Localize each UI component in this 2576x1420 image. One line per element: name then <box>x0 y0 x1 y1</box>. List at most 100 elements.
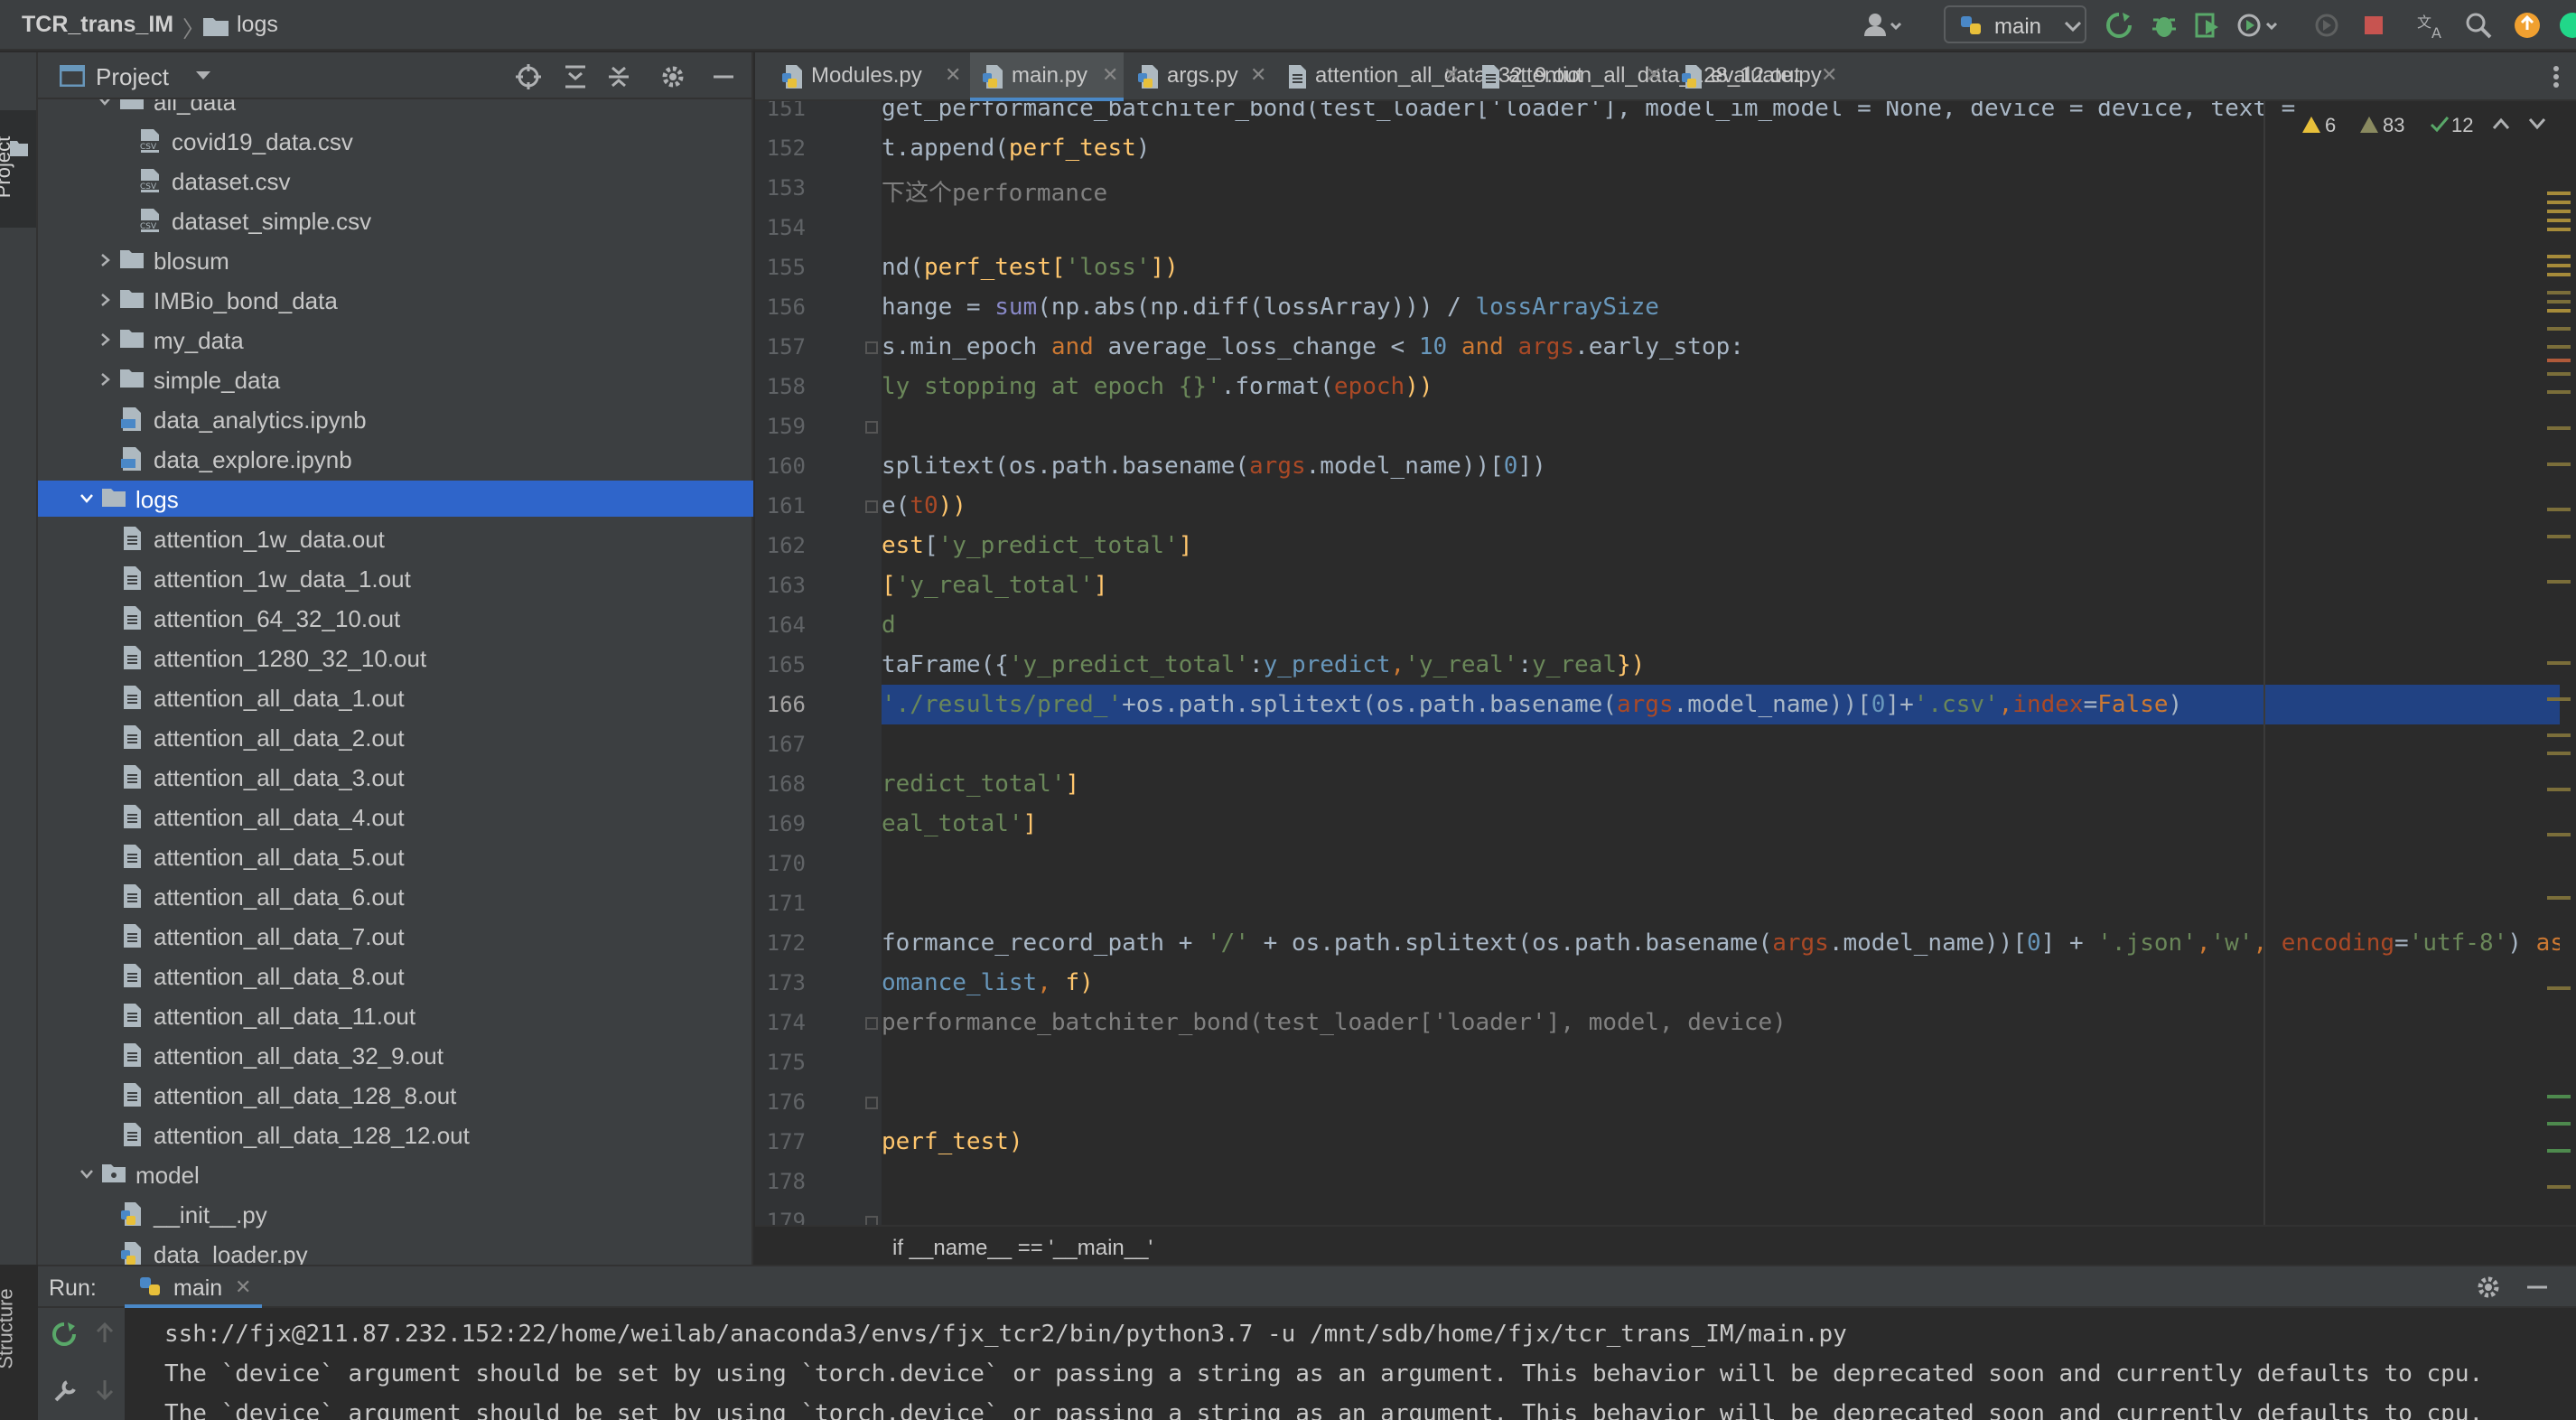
tree-item[interactable]: attention_1280_32_10.out <box>38 640 753 676</box>
stripe-marker[interactable] <box>2547 273 2571 276</box>
code-line[interactable]: ly stopping at epoch {}'.format(epoch)) <box>882 367 2560 406</box>
stripe-marker[interactable] <box>2547 508 2571 511</box>
locate-icon[interactable] <box>515 63 542 90</box>
stripe-marker[interactable] <box>2547 327 2571 331</box>
chevron-down-icon[interactable] <box>195 70 211 81</box>
stripe-marker[interactable] <box>2547 535 2571 538</box>
stripe-marker[interactable] <box>2547 580 2571 584</box>
stripe-marker[interactable] <box>2547 752 2571 755</box>
tree-item[interactable]: data_analytics.ipynb <box>38 401 753 437</box>
gear-icon[interactable] <box>659 63 686 90</box>
tree-item[interactable]: blosum <box>38 242 753 278</box>
tree-item[interactable]: CSV covid19_data.csv <box>38 123 753 159</box>
stripe-marker[interactable] <box>2547 309 2571 313</box>
tree-item[interactable]: CSV dataset_simple.csv <box>38 202 753 238</box>
arrow-down-icon[interactable] <box>94 1378 116 1402</box>
stripe-marker[interactable] <box>2547 210 2571 213</box>
stripe-marker[interactable] <box>2547 255 2571 258</box>
editor-tab[interactable]: attention_all_data_128_12.out ✕ <box>1467 52 1800 101</box>
fold-marker-icon[interactable] <box>865 1017 878 1030</box>
tree-item[interactable]: attention_all_data_128_12.out <box>38 1116 753 1153</box>
tree-item[interactable]: attention_1w_data.out <box>38 520 753 556</box>
close-icon[interactable]: ✕ <box>1443 63 1460 87</box>
rerun-icon[interactable] <box>51 1321 78 1348</box>
editor-tab[interactable]: args.py ✕ <box>1125 52 1272 101</box>
tree-item[interactable]: logs <box>38 481 753 517</box>
code-line[interactable]: perf_test) <box>882 1122 2560 1162</box>
code-editor[interactable]: 151 152 153 154 155 156 157 158 159 160 161 162 163 1… <box>755 101 2576 1265</box>
close-icon[interactable]: ✕ <box>1102 63 1118 87</box>
gear-icon[interactable] <box>2475 1274 2502 1301</box>
coverage-icon[interactable] <box>2193 11 2222 40</box>
project-panel-title[interactable]: Project <box>96 63 169 91</box>
chevron-up-icon[interactable] <box>2493 117 2509 130</box>
stripe-marker[interactable] <box>2547 291 2571 294</box>
stripe-marker[interactable] <box>2547 661 2571 665</box>
stripe-marker[interactable] <box>2547 1149 2571 1153</box>
stripe-marker[interactable] <box>2547 788 2571 791</box>
tree-item[interactable]: attention_64_32_10.out <box>38 600 753 636</box>
search-icon[interactable] <box>2464 11 2493 40</box>
stripe-marker[interactable] <box>2547 359 2571 362</box>
chevron-down-icon[interactable] <box>79 491 94 506</box>
stop-icon[interactable] <box>2359 11 2388 40</box>
chevron-down-icon[interactable] <box>79 1167 94 1182</box>
code-line[interactable]: hange = sum(np.abs(np.diff(lossArray))) … <box>882 287 2560 327</box>
tree-item[interactable]: IMBio_bond_data <box>38 282 753 318</box>
minimize-icon[interactable] <box>2524 1274 2551 1301</box>
chevron-right-icon[interactable] <box>98 293 112 307</box>
branch-selector[interactable]: main <box>1944 5 2086 43</box>
chevron-down-icon[interactable] <box>2529 117 2545 130</box>
stripe-marker[interactable] <box>2547 264 2571 267</box>
stripe-marker[interactable] <box>2547 300 2571 304</box>
project-tool-tab[interactable]: Project <box>0 110 36 228</box>
stripe-marker[interactable] <box>2547 201 2571 204</box>
tree-item[interactable]: CSV dataset.csv <box>38 163 753 199</box>
tree-item[interactable]: data_explore.ipynb <box>38 441 753 477</box>
wrench-icon[interactable] <box>51 1378 78 1406</box>
fold-marker-icon[interactable] <box>865 1097 878 1109</box>
user-icon[interactable] <box>1862 11 1902 40</box>
editor-tab[interactable]: Modules.py ✕ <box>770 52 966 101</box>
close-icon[interactable]: ✕ <box>235 1275 251 1299</box>
chevron-right-icon[interactable] <box>98 372 112 387</box>
stripe-marker[interactable] <box>2547 833 2571 836</box>
code-line[interactable]: nd(perf_test['loss']) <box>882 248 2560 287</box>
tree-item[interactable]: data_loader.py <box>38 1236 753 1265</box>
code-line[interactable]: performance_batchiter_bond(test_loader['… <box>882 1003 2560 1042</box>
debug-icon[interactable] <box>2150 11 2179 40</box>
stripe-marker[interactable] <box>2547 372 2571 376</box>
stripe-marker[interactable] <box>2547 462 2571 466</box>
attach-icon[interactable] <box>2312 11 2341 40</box>
tree-item[interactable]: __init__.py <box>38 1196 753 1232</box>
expand-all-icon[interactable] <box>562 63 589 90</box>
stripe-marker[interactable] <box>2547 219 2571 222</box>
stripe-marker[interactable] <box>2547 192 2571 195</box>
code-line[interactable]: omance_list, f) <box>882 963 2560 1003</box>
tree-item[interactable]: attention_all_data_4.out <box>38 799 753 835</box>
stripe-marker[interactable] <box>2547 697 2571 701</box>
tree-item[interactable]: attention_all_data_7.out <box>38 918 753 954</box>
close-icon[interactable]: ✕ <box>1646 63 1662 87</box>
stripe-marker[interactable] <box>2547 228 2571 231</box>
editor-tab[interactable]: main.py ✕ <box>970 52 1124 101</box>
fold-marker-icon[interactable] <box>865 341 878 354</box>
chevron-right-icon[interactable] <box>98 332 112 347</box>
minimize-icon[interactable] <box>710 63 737 90</box>
stripe-marker[interactable] <box>2547 733 2571 737</box>
tree-item[interactable]: model <box>38 1156 753 1192</box>
close-icon[interactable]: ✕ <box>1250 63 1266 87</box>
code-line[interactable]: taFrame({'y_predict_total':y_predict,'y_… <box>882 645 2560 685</box>
tree-item[interactable]: attention_all_data_8.out <box>38 958 753 994</box>
breadcrumb-folder[interactable]: logs <box>237 12 278 38</box>
breadcrumb-project[interactable]: TCR_trans_IM <box>22 12 173 38</box>
code-line[interactable] <box>882 1162 2560 1201</box>
close-icon[interactable]: ✕ <box>1821 63 1837 87</box>
tree-item[interactable]: attention_all_data_128_8.out <box>38 1077 753 1113</box>
update-icon[interactable] <box>2513 11 2542 40</box>
stripe-marker[interactable] <box>2547 1095 2571 1098</box>
code-line[interactable]: splitext(os.path.basename(args.model_nam… <box>882 446 2560 486</box>
code-line[interactable]: './results/pred_'+os.path.splitext(os.pa… <box>882 685 2560 724</box>
chevron-right-icon[interactable] <box>98 253 112 267</box>
stripe-marker[interactable] <box>2547 1122 2571 1126</box>
